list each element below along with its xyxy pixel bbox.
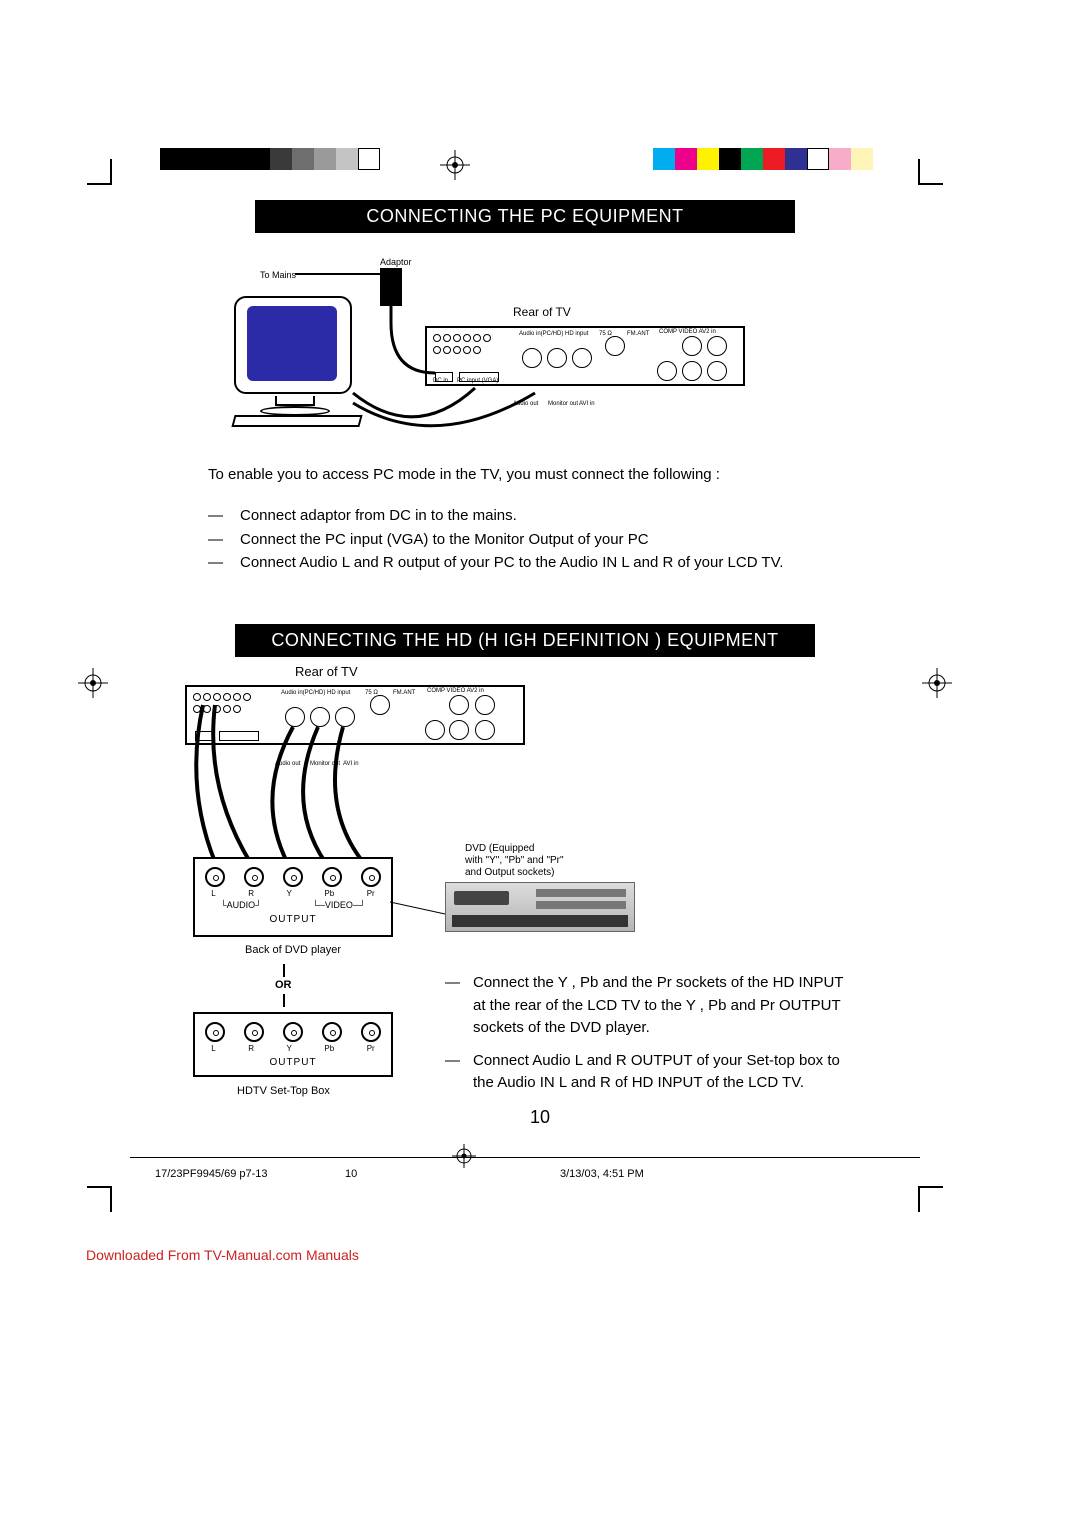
dvd-description: DVD (Equipped with "Y", "Pb" and "Pr" an… xyxy=(465,843,564,879)
color-calibration-bar-color xyxy=(653,148,873,170)
diagram-pc-connection: Adaptor To Mains Rear of TV xyxy=(175,243,875,433)
color-calibration-bar-grayscale xyxy=(160,148,380,170)
cable-paths xyxy=(175,243,875,443)
footer-page: 10 xyxy=(345,1168,357,1180)
instruction-list-hd: —Connect the Y , Pb and the Pr sockets o… xyxy=(445,972,855,1105)
page-number: 10 xyxy=(0,1107,1080,1128)
diagram-hd-connection: Rear of TV Audio in(PC/HD) HD input 75 Ω… xyxy=(175,667,875,1237)
footer-doc-id: 17/23PF9945/69 p7-13 xyxy=(155,1168,268,1180)
registration-mark-icon xyxy=(78,668,108,698)
footer-datetime: 3/13/03, 4:51 PM xyxy=(560,1168,644,1180)
callout-line xyxy=(390,892,450,922)
crop-mark xyxy=(110,159,112,184)
or-divider xyxy=(283,964,285,977)
crop-mark xyxy=(87,1186,112,1188)
section-title-hd: CONNECTING THE HD (H IGH DEFINITION ) EQ… xyxy=(235,624,815,657)
download-source-note: Downloaded From TV-Manual.com Manuals xyxy=(86,1247,359,1263)
section-title-pc: CONNECTING THE PC EQUIPMENT xyxy=(255,200,795,233)
registration-mark-icon xyxy=(922,668,952,698)
crop-mark xyxy=(918,159,920,184)
cable-paths-2 xyxy=(175,667,535,867)
footer-divider xyxy=(130,1157,920,1158)
crop-mark xyxy=(87,183,112,185)
dvd-caption: Back of DVD player xyxy=(245,944,341,956)
dvd-output-panel-icon: LRYPbPr └AUDIO┘└─VIDEO─┘ OUTPUT xyxy=(193,857,393,937)
or-divider xyxy=(283,994,285,1007)
or-label: OR xyxy=(275,979,292,991)
registration-mark-icon xyxy=(440,150,470,180)
crop-mark xyxy=(918,183,943,185)
intro-text: To enable you to access PC mode in the T… xyxy=(208,463,870,486)
hdtv-output-panel-icon: LRYPbPr OUTPUT xyxy=(193,1012,393,1077)
hdtv-caption: HDTV Set-Top Box xyxy=(237,1085,330,1097)
crop-mark xyxy=(110,1187,112,1212)
dvd-player-icon xyxy=(445,882,635,932)
instruction-list-pc: —Connect adaptor from DC in to the mains… xyxy=(208,504,870,574)
